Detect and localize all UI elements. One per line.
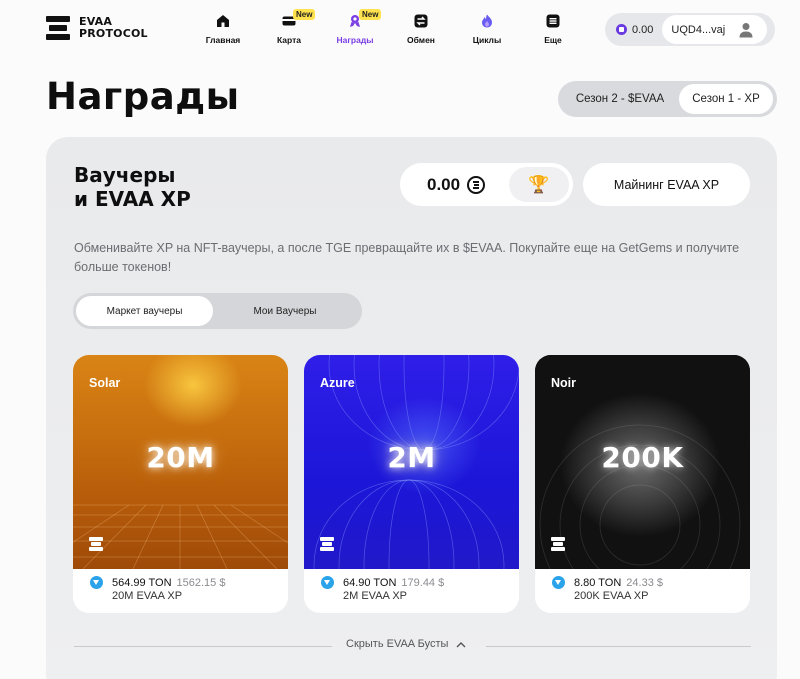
ton-icon bbox=[321, 576, 334, 589]
nav-label-more: Еще bbox=[544, 35, 562, 45]
new-badge: New bbox=[293, 9, 316, 20]
more-icon bbox=[546, 14, 560, 28]
nav-item-rewards[interactable]: New Награды bbox=[322, 9, 388, 48]
voucher-footer: 64.90 TON 179.44 $ 2M EVAA XP bbox=[321, 576, 444, 602]
nav-label-home: Главная bbox=[205, 35, 241, 45]
ton-price: 564.99 TON bbox=[112, 576, 172, 589]
voucher-amount: 2M bbox=[387, 441, 436, 474]
voucher-amount: 20M bbox=[146, 441, 215, 474]
voucher-name: Azure bbox=[320, 376, 355, 390]
voucher-subtitle: 200K EVAA XP bbox=[574, 590, 649, 602]
nav-label-cycles: Циклы bbox=[472, 35, 502, 45]
evaa-logo[interactable]: EVAA PROTOCOL bbox=[46, 16, 148, 40]
tab-market-vouchers[interactable]: Маркет ваучеры bbox=[76, 296, 213, 326]
chevron-up-icon bbox=[456, 641, 466, 647]
panel-description: Обменивайте XP на NFT-ваучеры, а после T… bbox=[74, 241, 740, 274]
swap-icon bbox=[414, 14, 428, 28]
voucher-card-azure[interactable]: Azure 2M 64.90 TON 179.44 $ 2M EVAA XP bbox=[304, 355, 519, 613]
divider bbox=[486, 646, 751, 647]
voucher-tabs: Маркет ваучеры Мои Ваучеры bbox=[73, 293, 362, 329]
page-title: Награды bbox=[46, 75, 240, 118]
mining-button[interactable]: Майнинг EVAA XP bbox=[583, 163, 750, 206]
nav-label-card: Карта bbox=[277, 35, 301, 45]
hide-boosts-button[interactable]: Скрыть EVAA Бусты bbox=[346, 638, 466, 650]
nav-label-rewards: Награды bbox=[336, 35, 374, 45]
ton-icon bbox=[552, 576, 565, 589]
nav-item-cycles[interactable]: Циклы bbox=[454, 12, 520, 48]
wallet-balance: 0.00 bbox=[632, 23, 654, 36]
trophy-button[interactable]: 🏆 bbox=[509, 167, 569, 202]
wallet-widget[interactable]: 0.00 UQD4...vaj bbox=[605, 13, 775, 46]
wallet-address-button[interactable]: UQD4...vaj bbox=[662, 15, 768, 44]
usd-price: 179.44 $ bbox=[401, 576, 445, 589]
ton-price: 8.80 TON bbox=[574, 576, 622, 589]
divider bbox=[74, 646, 332, 647]
voucher-subtitle: 2M EVAA XP bbox=[343, 590, 407, 602]
main-nav: Главная New Карта New Награды Обмен Цикл… bbox=[190, 9, 586, 48]
voucher-amount: 200K bbox=[601, 441, 684, 474]
nav-item-swap[interactable]: Обмен bbox=[388, 12, 454, 48]
nav-item-card[interactable]: New Карта bbox=[256, 9, 322, 48]
voucher-subtitle: 20M EVAA XP bbox=[112, 590, 183, 602]
trophy-icon: 🏆 bbox=[528, 174, 550, 194]
evaa-mark-icon bbox=[551, 537, 565, 551]
evaa-mark-icon bbox=[320, 537, 334, 551]
evaa-coin-icon bbox=[467, 175, 486, 194]
user-icon bbox=[739, 22, 753, 37]
flame-icon bbox=[482, 14, 492, 28]
evaa-logo-icon bbox=[46, 16, 70, 40]
panel-title: Ваучеры и EVAA XP bbox=[74, 163, 191, 211]
nav-item-home[interactable]: Главная bbox=[190, 12, 256, 48]
voucher-name: Solar bbox=[89, 376, 121, 390]
xp-value: 0.00 bbox=[427, 174, 461, 194]
evaa-mark-icon bbox=[89, 537, 103, 551]
nav-item-more[interactable]: Еще bbox=[520, 12, 586, 48]
usd-price: 24.33 $ bbox=[626, 576, 663, 589]
nav-label-swap: Обмен bbox=[407, 35, 435, 45]
season-switch: Сезон 2 - $EVAA Сезон 1 - XP bbox=[558, 81, 777, 117]
tab-my-vouchers[interactable]: Мои Ваучеры bbox=[213, 296, 357, 326]
new-badge: New bbox=[359, 9, 382, 20]
usd-price: 1562.15 $ bbox=[176, 576, 226, 589]
voucher-card-solar[interactable]: Solar 20M 564.99 TON 1562.15 $ 20M EVAA … bbox=[73, 355, 288, 613]
logo-text: EVAA PROTOCOL bbox=[79, 15, 148, 40]
voucher-card-noir[interactable]: Noir 200K 8.80 TON 24.33 $ 200K EVAA XP bbox=[535, 355, 750, 613]
xp-balance-box: 0.00 🏆 bbox=[400, 163, 573, 206]
voucher-footer: 8.80 TON 24.33 $ 200K EVAA XP bbox=[552, 576, 663, 602]
wallet-address: UQD4...vaj bbox=[671, 23, 726, 36]
season-2-button[interactable]: Сезон 2 - $EVAA bbox=[561, 84, 679, 114]
season-1-button[interactable]: Сезон 1 - XP bbox=[679, 84, 773, 114]
boosts-toggle-row: Скрыть EVAA Бусты bbox=[74, 636, 751, 656]
ton-icon bbox=[90, 576, 103, 589]
hide-boosts-label: Скрыть EVAA Бусты bbox=[346, 638, 449, 650]
voucher-footer: 564.99 TON 1562.15 $ 20M EVAA XP bbox=[90, 576, 225, 602]
voucher-name: Noir bbox=[551, 376, 576, 390]
balance-token-icon bbox=[616, 24, 627, 35]
ton-price: 64.90 TON bbox=[343, 576, 397, 589]
vouchers-panel: Ваучеры и EVAA XP 0.00 🏆 Майнинг EVAA XP… bbox=[46, 137, 777, 679]
home-icon bbox=[217, 15, 229, 27]
